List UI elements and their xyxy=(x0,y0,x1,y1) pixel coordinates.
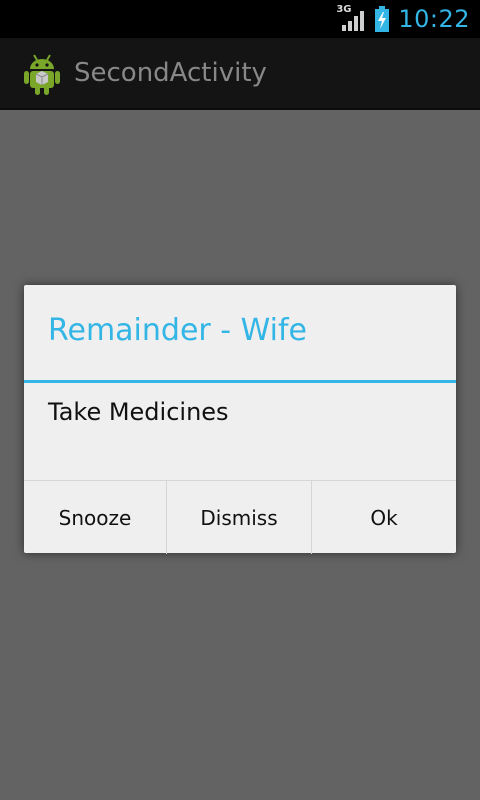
clock: 10:22 xyxy=(398,5,470,33)
ok-button[interactable]: Ok xyxy=(312,481,456,554)
alert-dialog: Remainder - Wife Take Medicines Snooze D… xyxy=(24,285,456,554)
dialog-message: Take Medicines xyxy=(48,398,229,426)
app-title: SecondActivity xyxy=(74,58,267,88)
dialog-title: Remainder - Wife xyxy=(48,313,307,348)
title-divider xyxy=(24,380,456,383)
action-bar: SecondActivity xyxy=(0,38,480,110)
status-bar: 3G 10:22 xyxy=(0,0,480,38)
network-indicator: 3G xyxy=(336,4,366,32)
dialog-button-bar: Snooze Dismiss Ok xyxy=(24,480,456,554)
snooze-button[interactable]: Snooze xyxy=(24,481,167,554)
dismiss-button[interactable]: Dismiss xyxy=(167,481,312,554)
status-icons: 3G 10:22 xyxy=(336,0,470,38)
signal-icon xyxy=(342,11,365,31)
android-icon[interactable] xyxy=(22,52,62,96)
battery-charging-icon xyxy=(374,6,390,32)
